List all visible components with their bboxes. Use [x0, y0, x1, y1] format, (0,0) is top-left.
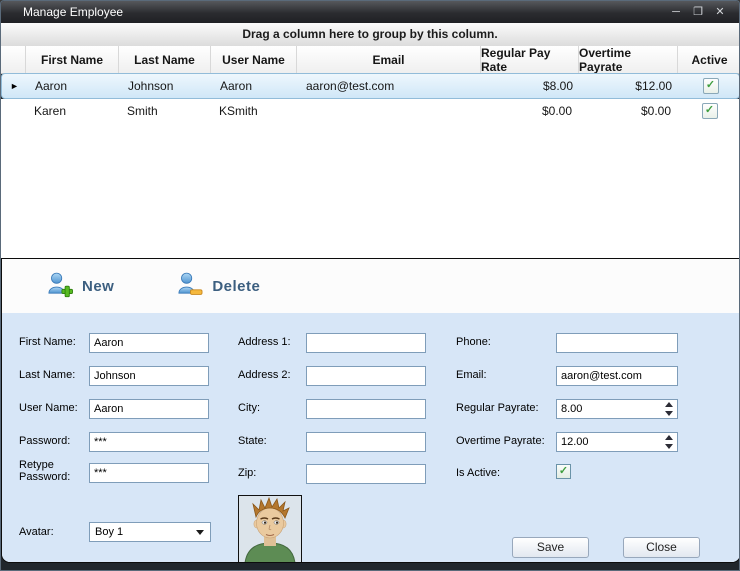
spin-up-icon[interactable]: [665, 435, 673, 440]
minimize-icon[interactable]: ─: [667, 4, 685, 20]
grid-empty-area: [1, 123, 739, 258]
column-header-first-name[interactable]: First Name: [26, 46, 119, 74]
regular-payrate-label: Regular Payrate:: [456, 402, 539, 414]
cell-overtime-payrate: $12.00: [580, 79, 679, 93]
active-checkbox[interactable]: ✓: [702, 103, 718, 119]
avatar-select-value: Boy 1: [95, 526, 123, 538]
new-person-icon: [46, 271, 73, 302]
spin-down-icon[interactable]: [665, 444, 673, 449]
maximize-icon[interactable]: ❐: [689, 4, 707, 20]
regular-payrate-spin-buttons[interactable]: [663, 402, 675, 416]
zip-field[interactable]: [306, 464, 426, 484]
column-header-indicator: [1, 46, 26, 74]
retype-password-label: Retype Password:: [19, 459, 77, 483]
table-row[interactable]: Karen Smith KSmith $0.00 $0.00 ✓: [1, 99, 740, 124]
state-label: State:: [238, 435, 267, 447]
last-name-field[interactable]: [89, 366, 209, 386]
selected-row-arrow-icon: ►: [2, 81, 27, 91]
employee-form: First Name: Last Name: User Name: Passwo…: [2, 313, 740, 562]
user-name-label: User Name:: [19, 402, 78, 414]
cell-first-name: Aaron: [27, 79, 120, 93]
overtime-payrate-spin-buttons[interactable]: [663, 435, 675, 449]
cell-first-name: Karen: [26, 104, 119, 118]
cell-email: aaron@test.com: [298, 79, 482, 93]
zip-label: Zip:: [238, 467, 256, 479]
first-name-label: First Name:: [19, 336, 76, 348]
delete-button-label: Delete: [212, 278, 260, 295]
email-label: Email:: [456, 369, 487, 381]
state-field[interactable]: [306, 432, 426, 452]
avatar-label: Avatar:: [19, 526, 54, 538]
column-header-active[interactable]: Active: [678, 46, 740, 74]
column-header-regular-pay-rate[interactable]: Regular Pay Rate: [481, 46, 579, 74]
password-label: Password:: [19, 435, 70, 447]
column-header-email[interactable]: Email: [297, 46, 481, 74]
cell-regular-pay-rate: $8.00: [482, 79, 580, 93]
chevron-down-icon: [196, 530, 204, 535]
delete-person-icon: [176, 271, 203, 302]
phone-label: Phone:: [456, 336, 491, 348]
cell-last-name: Smith: [119, 104, 211, 118]
spin-down-icon[interactable]: [665, 411, 673, 416]
avatar-boy-image: [239, 496, 301, 563]
is-active-checkbox[interactable]: ✓: [556, 464, 571, 479]
save-button[interactable]: Save: [512, 537, 589, 558]
detail-toolbar: New Delete: [2, 259, 740, 313]
active-checkbox[interactable]: ✓: [703, 78, 719, 94]
last-name-label: Last Name:: [19, 369, 75, 381]
regular-payrate-stepper: [556, 399, 678, 419]
city-label: City:: [238, 402, 260, 414]
title-bar: Manage Employee ─ ❐ ✕: [1, 1, 739, 24]
window-controls: ─ ❐ ✕: [667, 4, 739, 20]
cell-user-name: KSmith: [211, 104, 297, 118]
close-icon[interactable]: ✕: [711, 4, 729, 20]
group-by-bar[interactable]: Drag a column here to group by this colu…: [1, 23, 739, 47]
avatar: [238, 495, 302, 563]
cell-overtime-payrate: $0.00: [579, 104, 678, 118]
regular-payrate-field[interactable]: [556, 399, 678, 419]
phone-field[interactable]: [556, 333, 678, 353]
cell-last-name: Johnson: [120, 79, 212, 93]
column-header-overtime-payrate[interactable]: Overtime Payrate: [579, 46, 678, 74]
manage-employee-window: Manage Employee ─ ❐ ✕ Drag a column here…: [0, 0, 740, 571]
overtime-payrate-label: Overtime Payrate:: [456, 435, 545, 447]
new-button[interactable]: New: [46, 271, 114, 302]
retype-password-field[interactable]: [89, 463, 209, 483]
cell-user-name: Aaron: [212, 79, 298, 93]
email-field[interactable]: [556, 366, 678, 386]
column-header-user-name[interactable]: User Name: [211, 46, 297, 74]
grid-header: First Name Last Name User Name Email Reg…: [1, 46, 740, 74]
first-name-field[interactable]: [89, 333, 209, 353]
window-title: Manage Employee: [1, 5, 123, 19]
spin-up-icon[interactable]: [665, 402, 673, 407]
column-header-last-name[interactable]: Last Name: [119, 46, 211, 74]
employee-detail-panel: New Delete First Name: [1, 258, 740, 563]
delete-button[interactable]: Delete: [176, 271, 260, 302]
overtime-payrate-stepper: [556, 432, 678, 452]
overtime-payrate-field[interactable]: [556, 432, 678, 452]
address2-label: Address 2:: [238, 369, 291, 381]
cell-regular-pay-rate: $0.00: [481, 104, 579, 118]
table-row[interactable]: ► Aaron Johnson Aaron aaron@test.com $8.…: [1, 73, 740, 99]
close-button[interactable]: Close: [623, 537, 700, 558]
new-button-label: New: [82, 278, 114, 295]
is-active-label: Is Active:: [456, 467, 500, 479]
address1-label: Address 1:: [238, 336, 291, 348]
city-field[interactable]: [306, 399, 426, 419]
user-name-field[interactable]: [89, 399, 209, 419]
password-field[interactable]: [89, 432, 209, 452]
address2-field[interactable]: [306, 366, 426, 386]
avatar-select[interactable]: Boy 1: [89, 522, 211, 542]
address1-field[interactable]: [306, 333, 426, 353]
